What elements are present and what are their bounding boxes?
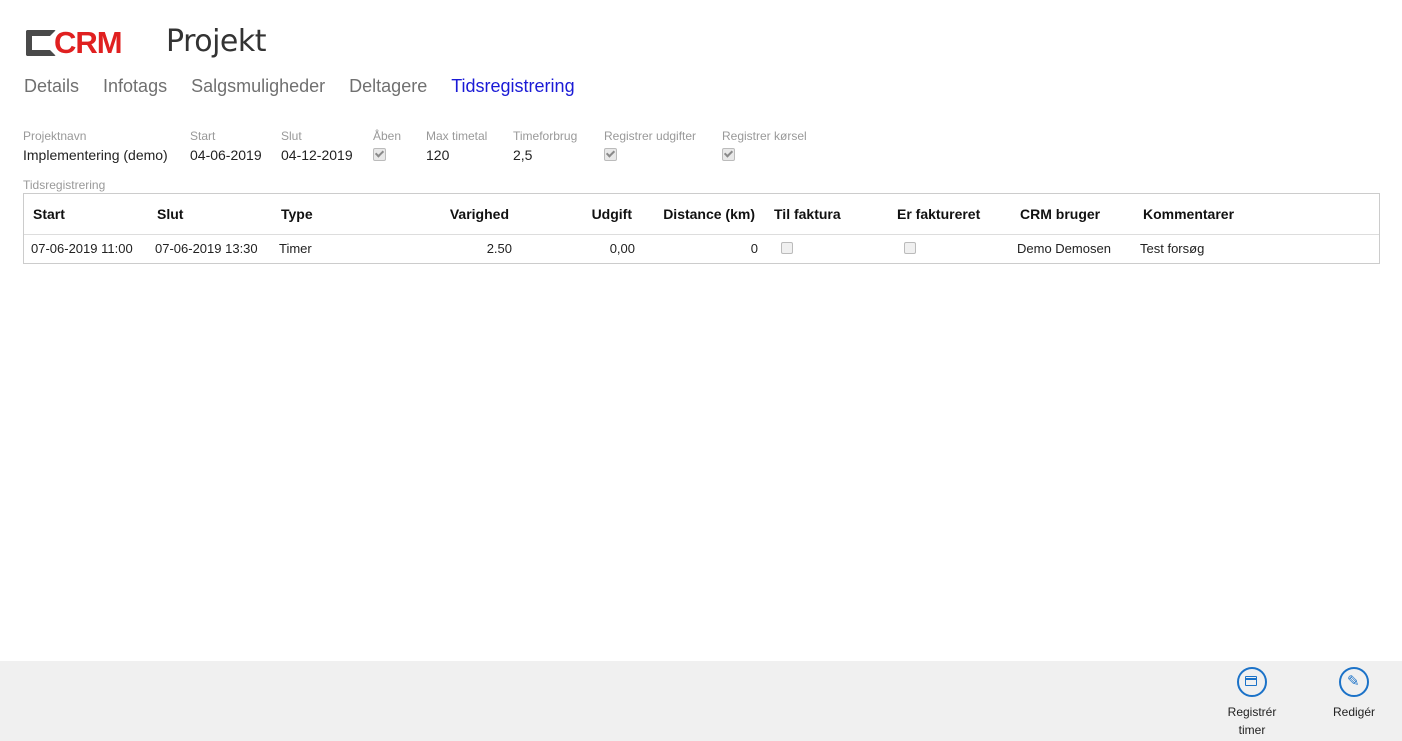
field-label: Åben (373, 129, 402, 143)
field-value: Implementering (demo) (23, 147, 168, 163)
field-label: Timeforbrug (513, 129, 578, 143)
tab-infotags[interactable]: Infotags (103, 76, 167, 97)
ccrm-logo: CRM (24, 26, 156, 60)
field-registrer-udgifter: Registrer udgifter (604, 129, 696, 161)
grid-header: Start Slut Type Varighed Udgift Distance… (24, 194, 1379, 235)
register-hours-label-line2: timer (1238, 723, 1266, 737)
column-header-distance[interactable]: Distance (km) (635, 194, 755, 234)
til-faktura-checkbox[interactable] (781, 242, 793, 254)
field-registrer-koersel: Registrer kørsel (722, 129, 807, 161)
field-label: Projektnavn (23, 129, 87, 143)
calendar-icon (1237, 667, 1267, 697)
cell-type: Timer (279, 241, 312, 256)
field-slut: Slut 04-12-2019 (281, 129, 353, 163)
tab-bar: Details Infotags Salgsmuligheder Deltage… (24, 76, 599, 97)
field-value: 120 (426, 147, 450, 163)
er-faktureret-checkbox[interactable] (904, 242, 916, 254)
pencil-icon: ✎ (1339, 667, 1369, 697)
column-header-udgift[interactable]: Udgift (512, 194, 632, 234)
column-header-kommentarer[interactable]: Kommentarer (1143, 194, 1234, 234)
logo-c-mark (26, 30, 56, 56)
footer-action-bar: Registrér timer ✎ Redigér (0, 661, 1402, 741)
register-hours-label-line1: Registrér (1227, 705, 1277, 719)
field-start: Start 04-06-2019 (190, 129, 262, 163)
registrer-koersel-checkbox (722, 148, 735, 161)
column-header-slut[interactable]: Slut (157, 194, 183, 234)
column-header-varighed[interactable]: Varighed (389, 194, 509, 234)
cell-er-faktureret (904, 235, 916, 254)
page-title: Projekt (166, 23, 267, 59)
field-label: Max timetal (426, 129, 488, 143)
cell-kommentarer: Test forsøg (1140, 241, 1205, 256)
column-header-start[interactable]: Start (33, 194, 65, 234)
table-row[interactable]: 07-06-2019 11:00 07-06-2019 13:30 Timer … (24, 235, 1379, 263)
cell-slut: 07-06-2019 13:30 (155, 241, 258, 256)
column-header-til-faktura[interactable]: Til faktura (774, 194, 841, 234)
cell-til-faktura (781, 235, 793, 254)
app-header: CRM Projekt (24, 18, 267, 64)
tab-tidsregistrering[interactable]: Tidsregistrering (451, 76, 574, 97)
edit-label: Redigér (1332, 705, 1376, 719)
logo-text: CRM (54, 25, 123, 60)
time-registration-grid: Start Slut Type Varighed Udgift Distance… (23, 193, 1380, 264)
cell-start: 07-06-2019 11:00 (31, 241, 133, 256)
aaben-checkbox (373, 148, 386, 161)
tab-deltagere[interactable]: Deltagere (349, 76, 427, 97)
field-projektnavn: Projektnavn Implementering (demo) (23, 129, 168, 163)
field-aaben: Åben (373, 129, 401, 161)
field-max-timetal: Max timetal 120 (426, 129, 487, 163)
tab-salgsmuligheder[interactable]: Salgsmuligheder (191, 76, 325, 97)
field-value: 04-12-2019 (281, 147, 353, 163)
field-label: Registrer udgifter (604, 129, 697, 143)
field-label: Start (190, 129, 216, 143)
field-timeforbrug: Timeforbrug 2,5 (513, 129, 577, 163)
cell-crm-bruger: Demo Demosen (1017, 241, 1111, 256)
cell-udgift: 0,00 (609, 241, 635, 256)
register-hours-button[interactable]: Registrér timer (1222, 667, 1282, 739)
registrer-udgifter-checkbox (604, 148, 617, 161)
section-label-tidsregistrering: Tidsregistrering (23, 178, 106, 192)
field-value: 2,5 (513, 147, 533, 163)
column-header-type[interactable]: Type (281, 194, 313, 234)
column-header-er-faktureret[interactable]: Er faktureret (897, 194, 980, 234)
edit-button[interactable]: ✎ Redigér (1324, 667, 1384, 721)
cell-varighed: 2.50 (486, 241, 512, 256)
field-label: Registrer kørsel (722, 129, 807, 143)
column-header-crm-bruger[interactable]: CRM bruger (1020, 194, 1100, 234)
tab-details[interactable]: Details (24, 76, 79, 97)
field-label: Slut (281, 129, 302, 143)
cell-distance: 0 (750, 241, 758, 256)
field-value: 04-06-2019 (190, 147, 262, 163)
